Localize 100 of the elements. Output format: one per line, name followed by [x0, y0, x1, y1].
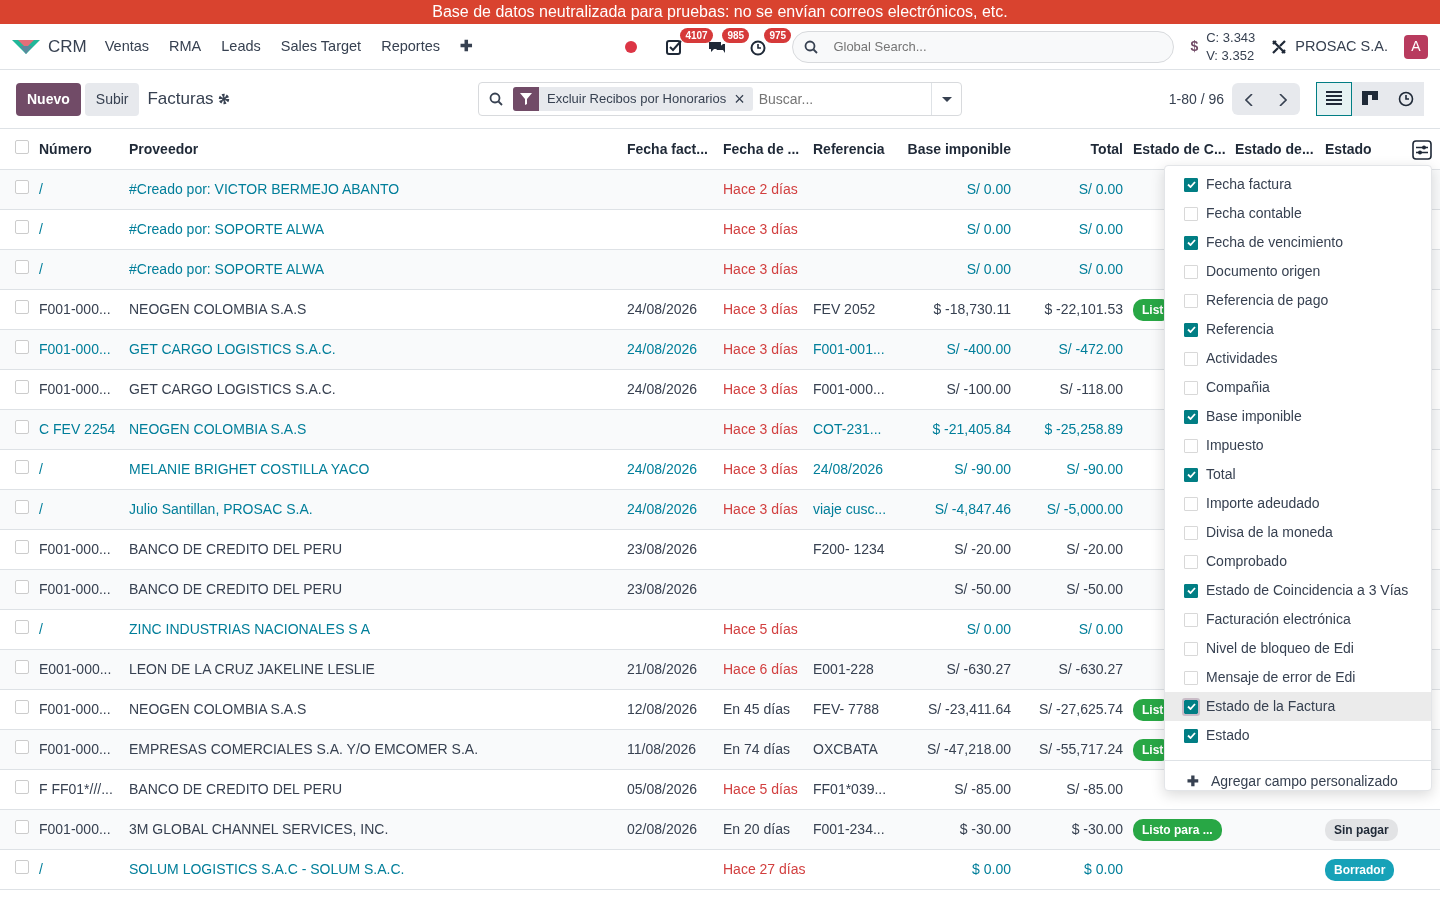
menu-option[interactable]: Fecha de vencimiento	[1165, 228, 1431, 257]
row-checkbox[interactable]	[15, 380, 29, 394]
row-checkbox[interactable]	[15, 580, 29, 594]
table-cell: /	[39, 461, 43, 477]
column-header[interactable]: Total	[1016, 128, 1128, 170]
menu-option[interactable]: Facturación electrónica	[1165, 605, 1431, 634]
table-cell: F001-234...	[813, 821, 885, 837]
row-checkbox[interactable]	[15, 740, 29, 754]
menu-item[interactable]: Ventas	[94, 35, 160, 58]
column-header[interactable]: Base imponible	[896, 128, 1016, 170]
menu-option[interactable]: Estado de la Factura	[1165, 692, 1431, 721]
view-switch-button[interactable]	[1316, 82, 1352, 116]
column-header[interactable]: Fecha fact...	[622, 128, 718, 170]
next-button[interactable]	[1266, 83, 1300, 115]
search-field[interactable]: Global Search...	[792, 30, 1175, 63]
menu-item[interactable]: RMA	[159, 35, 212, 58]
row-checkbox[interactable]	[15, 540, 29, 554]
checkbox[interactable]	[1184, 699, 1198, 714]
option-label: Divisa de la moneda	[1206, 523, 1333, 542]
menu-item[interactable]: Reportes	[371, 35, 450, 58]
table-cell: $ -25,258.89	[1044, 421, 1123, 437]
plus-icon: ✚	[1187, 771, 1199, 790]
table-cell: S/ -85.00	[954, 781, 1011, 797]
checkbox[interactable]	[1184, 728, 1198, 743]
status-badge: Sin pagar	[1325, 818, 1398, 841]
menu-option[interactable]: Divisa de la moneda	[1165, 518, 1431, 547]
menu-option[interactable]: Comprobado	[1165, 547, 1431, 576]
row-checkbox[interactable]	[15, 660, 29, 674]
table-cell: GET CARGO LOGISTICS S.A.C.	[129, 381, 336, 397]
table-cell: En 74 días	[723, 741, 790, 757]
menu-option[interactable]: Estado de Coincidencia a 3 Vías	[1165, 576, 1431, 605]
column-header[interactable]: Proveedor	[124, 128, 622, 170]
column-header[interactable]: Referencia	[808, 128, 896, 170]
option-label: Documento origen	[1206, 262, 1321, 281]
checkbox[interactable]	[1184, 409, 1198, 424]
remove-icon[interactable]: ×	[734, 85, 753, 113]
checkbox[interactable]	[1184, 235, 1198, 250]
row-checkbox[interactable]	[15, 620, 29, 634]
menu-item[interactable]: Sales Target	[270, 35, 372, 58]
count-badge: 975	[764, 27, 792, 43]
menu-option[interactable]: Mensaje de error de Edi	[1165, 663, 1431, 692]
table-cell: viaje cusc...	[813, 501, 887, 517]
row-checkbox[interactable]	[15, 700, 29, 714]
table-cell: BANCO DE CREDITO DEL PERU	[129, 781, 343, 797]
row-checkbox[interactable]	[15, 460, 29, 474]
table-cell: F FF01*///...	[39, 781, 113, 797]
menu-option[interactable]: Fecha contable	[1165, 199, 1431, 228]
option-label: Importe adeudado	[1206, 494, 1320, 513]
row-checkbox[interactable]	[15, 420, 29, 434]
row-checkbox[interactable]	[15, 220, 29, 234]
menu-option[interactable]: Nivel de bloqueo de Edi	[1165, 634, 1431, 663]
table-cell: $ 0.00	[1084, 861, 1123, 877]
select-all-checkbox[interactable]	[15, 139, 29, 154]
caret-icon	[941, 96, 952, 102]
company-name[interactable]: PROSAC S.A.	[1295, 35, 1388, 58]
menu-option[interactable]: Importe adeudado	[1165, 489, 1431, 518]
column-settings-icon[interactable]	[1412, 139, 1432, 160]
column-header[interactable]: Fecha de ...	[718, 128, 808, 170]
row-checkbox[interactable]	[15, 340, 29, 354]
menu-item[interactable]: Leads	[211, 35, 271, 58]
table-cell: /	[39, 181, 43, 197]
column-header[interactable]: Número	[34, 128, 124, 170]
row-checkbox[interactable]	[15, 300, 29, 314]
filter-tag[interactable]: Excluir Recibos por Honorarios ×	[513, 87, 753, 111]
row-checkbox[interactable]	[15, 500, 29, 514]
row-checkbox[interactable]	[15, 820, 29, 834]
menu-option[interactable]: Documento origen	[1165, 257, 1431, 286]
row-checkbox[interactable]	[15, 260, 29, 274]
table-cell: NEOGEN COLOMBIA S.A.S	[129, 701, 307, 717]
menu-item[interactable]: ✚	[450, 35, 483, 58]
row-checkbox[interactable]	[15, 780, 29, 794]
checkbox[interactable]	[1184, 322, 1198, 337]
checkbox[interactable]	[1184, 177, 1198, 192]
menu-option[interactable]: Total	[1165, 460, 1431, 489]
upload-button[interactable]: Subir	[84, 82, 140, 116]
tools-icon[interactable]	[1271, 38, 1288, 55]
new-button[interactable]: Nuevo	[16, 82, 81, 116]
menu-option[interactable]: Compañia	[1165, 373, 1431, 402]
table-cell: FF01*039...	[813, 781, 887, 797]
table-cell: S/ -100.00	[946, 381, 1011, 397]
row-checkbox[interactable]	[15, 180, 29, 194]
table-cell: LEON DE LA CRUZ JAKELINE LESLIE	[129, 661, 375, 677]
table-cell: F001-000...	[39, 821, 111, 837]
menu-option[interactable]: Impuesto	[1165, 431, 1431, 460]
menu-option[interactable]: Fecha factura	[1165, 170, 1431, 199]
filter-icon	[520, 93, 532, 105]
checkbox[interactable]	[1184, 467, 1198, 482]
table-cell: #Creado por: SOPORTE ALWA	[129, 221, 325, 237]
avatar[interactable]: A	[1404, 34, 1428, 59]
row-checkbox[interactable]	[15, 860, 29, 874]
option-label: Estado	[1206, 726, 1250, 745]
add-field-option[interactable]: ✚ Agregar campo personalizado	[1165, 760, 1431, 790]
app-name[interactable]: CRM	[48, 33, 87, 60]
previous-button[interactable]	[1232, 83, 1266, 115]
checkbox[interactable]	[1184, 583, 1198, 598]
table-cell: S/ -630.27	[1058, 661, 1123, 677]
menu-option[interactable]: Base imponible	[1165, 402, 1431, 431]
checkbox-icon[interactable]	[666, 37, 685, 56]
gear-icon[interactable]	[217, 93, 230, 105]
menu-option[interactable]: Actividades	[1165, 344, 1431, 373]
